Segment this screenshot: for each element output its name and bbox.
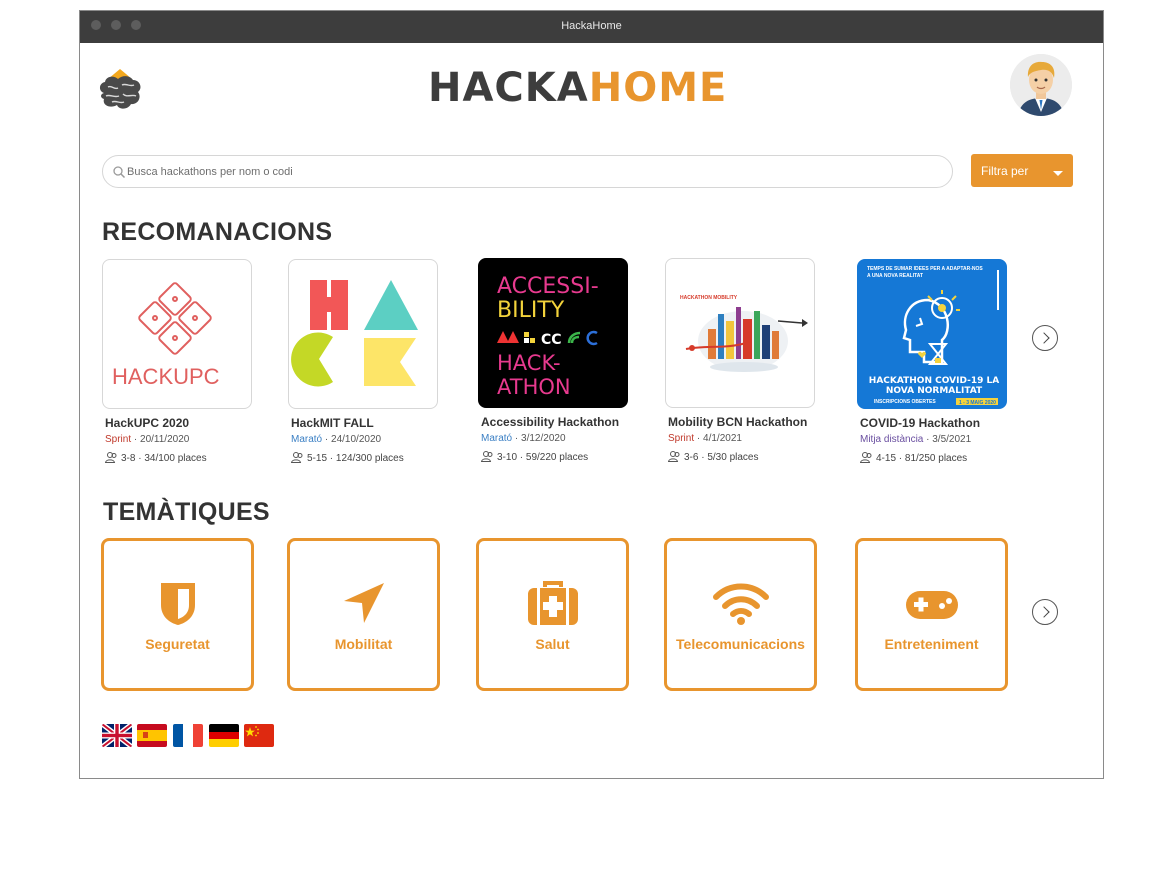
- wifi-icon: [712, 583, 769, 625]
- theme-label: Seguretat: [145, 636, 210, 652]
- brand-part-2: HOME: [588, 65, 728, 111]
- mobility-thumbnail[interactable]: HACKATHON MOBILITY: [665, 258, 815, 408]
- card-name: Mobility BCN Hackathon: [668, 415, 808, 429]
- card-places-text: 3-8 · 34/100 places: [121, 453, 207, 464]
- filter-dropdown-button[interactable]: Filtra per: [971, 154, 1073, 187]
- access-line-3: HACK-: [497, 351, 561, 375]
- card-meta: Sprint · 4/1/2021: [668, 433, 742, 444]
- card-name: HackUPC 2020: [105, 416, 190, 430]
- title-bar: HackaHome: [80, 11, 1103, 43]
- access-line-2: BILITY: [497, 298, 565, 323]
- first-aid-kit-icon: [527, 581, 578, 625]
- brain-house-logo[interactable]: [94, 63, 146, 113]
- card-type: Marató: [481, 433, 513, 444]
- theme-entertainment[interactable]: Entreteniment: [855, 538, 1008, 691]
- english-flag-icon[interactable]: [102, 724, 132, 747]
- search-input[interactable]: [127, 162, 927, 182]
- access-line-1: ACCESSI-: [497, 274, 599, 299]
- gamepad-icon: [905, 591, 958, 619]
- covid-bottom-text: INSCRIPCIONS OBERTES: [874, 399, 936, 405]
- card-places-text: 4-15 · 81/250 places: [876, 453, 968, 464]
- search-icon: [113, 166, 126, 179]
- card-type: Marató: [291, 434, 323, 445]
- recommendations-heading: RECOMANACIONS: [102, 218, 333, 246]
- location-arrow-icon: [343, 583, 384, 623]
- users-icon: [104, 452, 117, 463]
- users-icon: [480, 451, 493, 462]
- chevron-down-icon: [1053, 171, 1063, 176]
- card-type: Mitja distància: [860, 434, 924, 445]
- users-icon: [667, 451, 680, 462]
- card-places-text: 5-15 · 124/300 places: [307, 453, 404, 464]
- card-places: 4-15 · 81/250 places: [859, 452, 968, 464]
- card-type: Sprint: [105, 434, 132, 445]
- theme-label: Mobilitat: [334, 636, 393, 652]
- themes-heading: TEMÀTIQUES: [103, 498, 270, 526]
- card-places: 3-10 · 59/220 places: [480, 451, 589, 463]
- covid-thumbnail[interactable]: TEMPS DE SUMAR IDEES PER A ADAPTAR-NOS A…: [857, 259, 1007, 409]
- card-date: · 4/1/2021: [694, 433, 742, 444]
- covid-title-text: HACKATHON COVID-19 LA NOVA NORMALITAT: [868, 376, 1000, 396]
- theme-mobility[interactable]: Mobilitat: [287, 538, 440, 691]
- theme-label: Entreteniment: [884, 636, 979, 652]
- svg-text:CC: CC: [541, 332, 562, 348]
- card-date: · 3/12/2020: [512, 433, 566, 444]
- card-type: Sprint: [668, 433, 695, 444]
- theme-label: Telecomunicacions: [676, 636, 805, 652]
- card-date: · 24/10/2020: [322, 434, 382, 445]
- card-meta: Marató · 24/10/2020: [291, 434, 381, 445]
- recommendations-next-arrow-icon[interactable]: [1032, 325, 1058, 351]
- card-meta: Marató · 3/12/2020: [481, 433, 566, 444]
- chinese-flag-icon[interactable]: [244, 724, 274, 747]
- window-title: HackaHome: [561, 20, 622, 32]
- covid-top-text: TEMPS DE SUMAR IDEES PER A ADAPTAR-NOS A…: [867, 266, 983, 279]
- accessibility-thumbnail[interactable]: ACCESSI- BILITY CC HACK- ATHON: [478, 258, 628, 408]
- card-date: · 20/11/2020: [131, 434, 190, 445]
- card-date: · 3/5/2021: [923, 434, 972, 445]
- mobility-small-text: HACKATHON MOBILITY: [680, 295, 738, 301]
- theme-telecommunications[interactable]: Telecomunicacions: [664, 538, 817, 691]
- card-name: Accessibility Hackathon: [481, 415, 620, 429]
- card-meta: Mitja distància · 3/5/2021: [860, 434, 971, 445]
- app-window: HackaHome HACKAHOME Busca hackathons per…: [79, 10, 1104, 779]
- card-places-text: 3-10 · 59/220 places: [497, 452, 589, 463]
- german-flag-icon[interactable]: [209, 724, 239, 747]
- card-places: 5-15 · 124/300 places: [290, 452, 404, 464]
- card-places-text: 3-6 · 5/30 places: [684, 452, 759, 463]
- spanish-flag-icon[interactable]: [137, 724, 167, 747]
- card-name: COVID-19 Hackathon: [860, 416, 981, 430]
- hackupc-thumbnail[interactable]: HACKUPC: [102, 259, 252, 409]
- themes-next-arrow-icon[interactable]: [1032, 599, 1058, 625]
- hackupc-logo-text: HACKUPC: [112, 364, 220, 389]
- theme-health[interactable]: Salut: [476, 538, 629, 691]
- card-name: HackMIT FALL: [291, 416, 374, 430]
- search-bar[interactable]: [102, 155, 953, 188]
- card-meta: Sprint · 20/11/2020: [105, 434, 189, 445]
- users-icon: [290, 452, 303, 463]
- covid-date-text: 1 - 3 MAIG 2020: [959, 400, 996, 406]
- hackahome-wordmark: HACKAHOME: [428, 68, 727, 108]
- hackmit-thumbnail[interactable]: [288, 259, 438, 409]
- theme-label: Salut: [535, 636, 570, 652]
- filter-label: Filtra per: [981, 164, 1029, 178]
- user-avatar[interactable]: [1010, 54, 1072, 116]
- theme-security[interactable]: Seguretat: [101, 538, 254, 691]
- french-flag-icon[interactable]: [173, 724, 203, 747]
- access-line-4: ATHON: [497, 375, 571, 399]
- users-icon: [859, 452, 872, 463]
- shield-icon: [160, 583, 195, 625]
- card-places: 3-6 · 5/30 places: [667, 451, 759, 463]
- brand-part-1: HACKA: [428, 65, 589, 111]
- card-places: 3-8 · 34/100 places: [104, 452, 207, 464]
